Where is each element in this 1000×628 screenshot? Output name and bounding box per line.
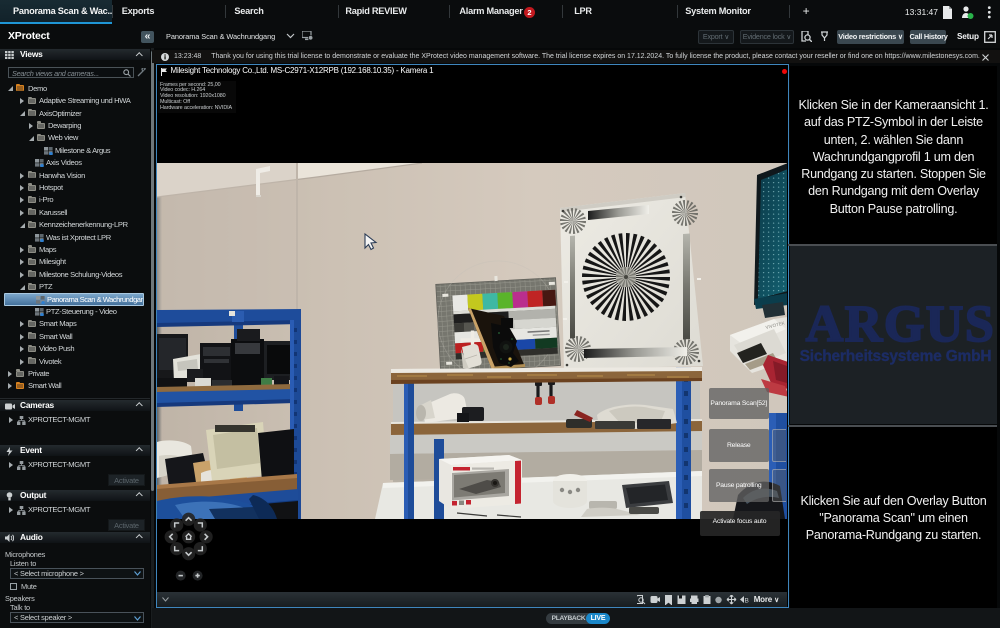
svg-text:B: B <box>744 597 748 604</box>
